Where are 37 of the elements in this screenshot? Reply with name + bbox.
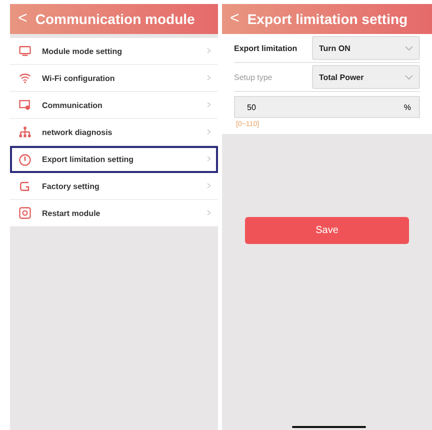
menu-item[interactable]: Factory setting > [10,173,218,200]
menu-item[interactable]: Export limitation setting > [10,146,218,173]
network-icon [18,125,32,139]
chevron-down-icon [405,74,413,80]
menu-label: Factory setting [42,182,100,190]
gauge-icon [18,152,32,166]
menu-label: Wi-Fi configuration [42,74,116,82]
screen-icon [18,98,32,112]
menu-item[interactable]: Module mode setting > [10,38,218,65]
field-label: Setup type [234,72,274,82]
field-label: Export limitation [234,44,298,52]
screen-title: Communication module [35,11,196,27]
monitor-icon [18,44,32,58]
menu-label: Module mode setting [42,46,123,56]
menu-label: Export limitation setting [42,155,135,164]
menu-item[interactable]: network diagnosis > [10,119,218,146]
dropdown[interactable]: Total Power [312,65,420,89]
chevron-down-icon [405,46,413,50]
menu-item[interactable]: Wi-Fi configuration > [10,65,218,92]
wifi-icon [18,71,32,85]
menu-item[interactable]: Restart module > [10,200,218,227]
menu-label: network diagnosis [42,128,114,136]
screen-title: Export limitation setting [247,11,409,27]
input-field[interactable]: 50 % [234,96,420,118]
chevron-icon: > [207,208,211,218]
chevron-icon: > [207,100,211,110]
letter-g-icon [18,179,32,193]
chevron-icon: > [207,126,211,138]
menu-item[interactable]: Communication > [10,92,218,119]
menu-label: Restart module [42,208,102,218]
menu-label: Communication [42,100,104,110]
chevron-icon: > [207,180,211,192]
chevron-icon: > [207,154,211,165]
chevron-icon: > [207,72,211,84]
chevron-icon: > [207,46,211,56]
dropdown[interactable]: Turn ON [312,36,420,60]
circle-square-icon [18,206,32,220]
